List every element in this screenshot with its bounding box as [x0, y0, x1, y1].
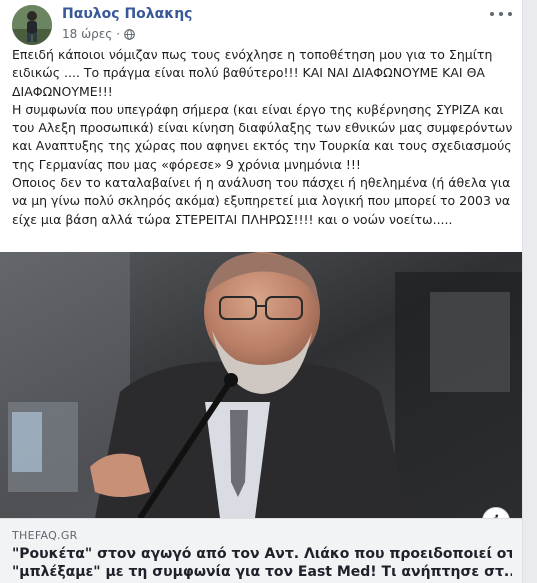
link-title-line: "Ρουκέτα" στον αγωγό από τον Αντ. Λιάκο …: [12, 546, 512, 562]
post-text-line: της Γερμανίας που μας «φόρεσε» 9 χρόνια …: [12, 156, 361, 172]
link-preview-image[interactable]: [0, 252, 522, 518]
link-preview-caption[interactable]: THEFAQ.GR "Ρουκέτα" στον αγωγό από τον Α…: [0, 518, 522, 583]
more-options-icon[interactable]: [490, 7, 512, 21]
post-timestamp[interactable]: 18 ώρες: [62, 27, 112, 41]
post-text-line: είχε μια βάση αλλά τώρα ΣΤΕΡΕΙΤΑΙ ΠΛΗΡΩΣ…: [12, 211, 453, 227]
globe-icon[interactable]: [124, 28, 135, 40]
post-meta: 18 ώρες ·: [62, 27, 135, 41]
avatar-image: [12, 5, 52, 45]
post-text-line: ειδικώς .... Το πράγμα είναι πολύ βαθύτε…: [12, 65, 485, 81]
post-text-line: Οποιος δεν το καταλαβαίνει ή η ανάλυση τ…: [12, 175, 511, 191]
post-text-line: Η συμφωνία που υπεγράφη σήμερα (και είνα…: [12, 101, 504, 117]
author-avatar[interactable]: [12, 5, 52, 45]
post-text-line: Επειδή κάποιοι νόμιζαν πως τους ενόχλησε…: [12, 47, 493, 62]
author-name[interactable]: Παυλος Πολακης: [62, 6, 192, 22]
post-text-line: να μη γίνω πολύ σκληρός ακόμα) εξυπηρετε…: [12, 193, 511, 209]
meta-separator: ·: [116, 27, 121, 41]
link-preview[interactable]: i THEFAQ.GR "Ρουκέτα" στον αγωγό από τον…: [0, 252, 522, 583]
facebook-post: Παυλος Πολακης 18 ώρες · Επειδή κάποιοι …: [0, 0, 523, 583]
post-header: Παυλος Πολακης 18 ώρες ·: [12, 5, 512, 45]
link-domain: THEFAQ.GR: [12, 529, 78, 542]
post-text: Επειδή κάποιοι νόμιζαν πως τους ενόχλησε…: [12, 46, 512, 229]
post-text-line: ΔΙΑΦΩΝΟΥΜΕ!!!: [12, 83, 113, 99]
post-text-line: του Αλεξη προσωπικά) είναι κίνηση διαφύλ…: [12, 120, 513, 136]
post-text-line: και Αναπτυξης της χώρας που αφηνει εκτός…: [12, 138, 512, 154]
link-title[interactable]: "Ρουκέτα" στον αγωγό από τον Αντ. Λιάκο …: [12, 545, 512, 581]
link-title-line: "μπλέξαμε" με τη συμφωνία για τον East M…: [12, 564, 512, 580]
